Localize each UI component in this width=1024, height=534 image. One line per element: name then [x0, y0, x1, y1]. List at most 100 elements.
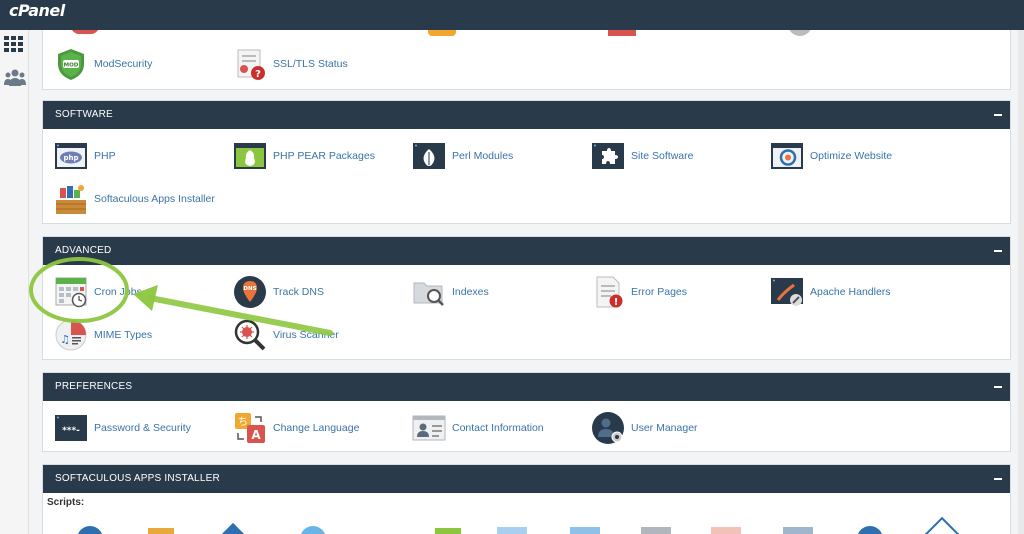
- script-icon[interactable]: [857, 526, 883, 534]
- php-icon: php: [53, 138, 89, 174]
- user-manager-label: User Manager: [631, 422, 698, 434]
- php-pear-item[interactable]: PHP PEAR Packages: [232, 138, 375, 174]
- password-icon: ***-: [53, 410, 89, 446]
- panel-softaculous: SOFTACULOUS APPS INSTALLER Scripts:: [42, 464, 1011, 534]
- indexes-label: Indexes: [452, 286, 489, 298]
- php-item[interactable]: php PHP: [53, 138, 116, 174]
- panel-preferences-header[interactable]: PREFERENCES: [43, 373, 1010, 401]
- modsecurity-label: ModSecurity: [94, 58, 153, 70]
- script-icon[interactable]: [218, 522, 248, 534]
- partial-icon: [608, 30, 636, 36]
- optimize-website-item[interactable]: Optimize Website: [769, 138, 892, 174]
- collapse-icon[interactable]: [994, 478, 1002, 480]
- cron-jobs-item[interactable]: Cron Jobs: [53, 274, 142, 310]
- contact-card-icon: [411, 410, 447, 446]
- apache-handlers-item[interactable]: Apache Handlers: [769, 274, 891, 310]
- panel-preferences-title: PREFERENCES: [55, 381, 133, 392]
- svg-text:?: ?: [255, 69, 261, 80]
- svg-text:A: A: [251, 428, 261, 442]
- user-manager-item[interactable]: User Manager: [590, 410, 698, 446]
- track-dns-badge: DNS: [243, 286, 256, 292]
- script-icon[interactable]: [148, 528, 174, 534]
- pear-icon: [232, 138, 268, 174]
- puzzle-icon: [590, 138, 626, 174]
- language-icon: ち A: [232, 410, 268, 446]
- svg-text:♫: ♫: [60, 333, 70, 346]
- password-security-label: Password & Security: [94, 422, 191, 434]
- panel-preferences: PREFERENCES ***- Password & Security ち A: [42, 372, 1011, 452]
- partial-icon: [428, 30, 456, 36]
- error-pages-label: Error Pages: [631, 286, 688, 298]
- panel-softaculous-header[interactable]: SOFTACULOUS APPS INSTALLER: [43, 465, 1010, 493]
- php-badge: php: [63, 154, 78, 162]
- optimize-target-icon: [769, 138, 805, 174]
- svg-text:!: !: [614, 297, 619, 308]
- php-pear-label: PHP PEAR Packages: [273, 150, 375, 162]
- modsecurity-shield-icon: MOD: [53, 46, 89, 82]
- panel-softaculous-title: SOFTACULOUS APPS INSTALLER: [55, 473, 220, 484]
- script-icon[interactable]: [77, 526, 103, 534]
- sidebar: [0, 30, 29, 534]
- virus-scanner-icon: [232, 317, 268, 353]
- collapse-icon[interactable]: [994, 114, 1002, 116]
- perl-modules-label: Perl Modules: [452, 150, 514, 162]
- panel-advanced-header[interactable]: ADVANCED: [43, 237, 1010, 265]
- panel-software-title: SOFTWARE: [55, 109, 113, 120]
- panel-security: MOD ModSecurity ? SSL/TLS Status: [42, 30, 1011, 90]
- top-bar: cPanel: [0, 0, 1024, 30]
- site-software-item[interactable]: Site Software: [590, 138, 693, 174]
- script-icon[interactable]: [497, 527, 527, 534]
- dns-pin-icon: DNS: [232, 274, 268, 310]
- mime-music-icon: ♫: [53, 317, 89, 353]
- contact-information-item[interactable]: Contact Information: [411, 410, 544, 446]
- perl-modules-item[interactable]: Perl Modules: [411, 138, 513, 174]
- indexes-item[interactable]: Indexes: [411, 274, 489, 310]
- script-icon[interactable]: [783, 527, 813, 534]
- virus-scanner-label: Virus Scanner: [273, 329, 339, 341]
- collapse-icon[interactable]: [994, 386, 1002, 388]
- users-icon[interactable]: [4, 68, 26, 88]
- virus-scanner-item[interactable]: Virus Scanner: [232, 317, 339, 353]
- softaculous-label: Softaculous Apps Installer: [94, 193, 215, 205]
- panel-advanced: ADVANCED Cron Jobs DNS Track DNS Indexes…: [42, 236, 1011, 360]
- calendar-clock-icon: [53, 274, 89, 310]
- partial-icon: [71, 30, 99, 34]
- main-content: MOD ModSecurity ? SSL/TLS Status SOFTWAR…: [29, 30, 1024, 534]
- php-label: PHP: [94, 150, 116, 162]
- optimize-website-label: Optimize Website: [810, 150, 893, 162]
- panel-software: SOFTWARE php PHP PHP PEAR Packages Perl …: [42, 100, 1011, 224]
- user-manager-icon: [590, 410, 626, 446]
- folder-search-icon: [411, 274, 447, 310]
- script-icon[interactable]: [920, 516, 964, 534]
- cpanel-logo[interactable]: cPanel: [9, 1, 65, 20]
- script-icon[interactable]: [300, 526, 326, 534]
- script-icon[interactable]: [711, 527, 741, 534]
- script-icon[interactable]: [435, 528, 461, 534]
- password-security-item[interactable]: ***- Password & Security: [53, 410, 191, 446]
- password-badge: ***-: [62, 426, 80, 436]
- change-language-item[interactable]: ち A Change Language: [232, 410, 359, 446]
- softaculous-item[interactable]: Softaculous Apps Installer: [53, 181, 215, 217]
- grid-icon[interactable]: [4, 36, 24, 56]
- modsecurity-item[interactable]: MOD ModSecurity: [53, 46, 152, 82]
- scripts-label: Scripts:: [47, 497, 85, 508]
- apache-handlers-label: Apache Handlers: [810, 286, 891, 298]
- ssl-tls-status-item[interactable]: ? SSL/TLS Status: [232, 46, 348, 82]
- track-dns-item[interactable]: DNS Track DNS: [232, 274, 324, 310]
- perl-onion-icon: [411, 138, 447, 174]
- script-icon[interactable]: [570, 527, 600, 534]
- mime-types-label: MIME Types: [94, 329, 153, 341]
- panel-software-header[interactable]: SOFTWARE: [43, 101, 1010, 129]
- ssl-tls-status-label: SSL/TLS Status: [273, 58, 348, 70]
- contact-information-label: Contact Information: [452, 422, 544, 434]
- error-pages-item[interactable]: ! Error Pages: [590, 274, 687, 310]
- mime-types-item[interactable]: ♫ MIME Types: [53, 317, 152, 353]
- ssl-certificate-icon: ?: [232, 46, 268, 82]
- error-page-icon: !: [590, 274, 626, 310]
- partial-icon: [788, 30, 812, 36]
- softaculous-icon: [53, 181, 89, 217]
- site-software-label: Site Software: [631, 150, 694, 162]
- change-language-label: Change Language: [273, 422, 360, 434]
- collapse-icon[interactable]: [994, 250, 1002, 252]
- script-icon[interactable]: [641, 527, 671, 534]
